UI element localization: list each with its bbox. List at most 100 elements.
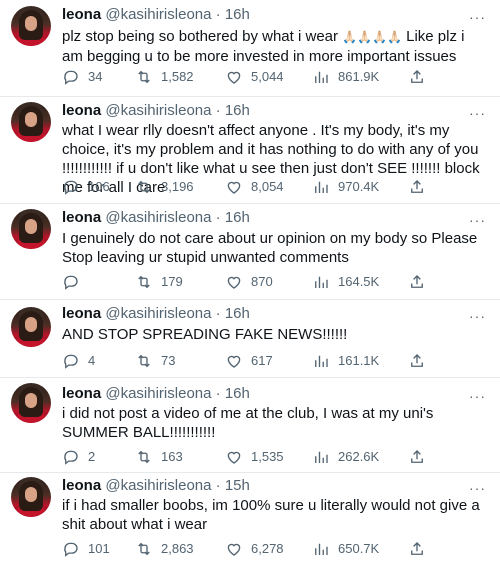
tweet-header: leona @kasihirisleona · 16h xyxy=(62,385,250,403)
handle[interactable]: @kasihirisleona xyxy=(105,209,211,226)
views-icon xyxy=(315,451,328,463)
timestamp[interactable]: 16h xyxy=(225,209,250,226)
separator: · xyxy=(215,305,221,322)
views-button[interactable]: 970.4K xyxy=(312,178,379,196)
reply-button[interactable] xyxy=(62,273,88,291)
handle[interactable]: @kasihirisleona xyxy=(105,385,211,402)
more-icon[interactable]: ··· xyxy=(469,481,486,495)
share-button[interactable] xyxy=(408,540,434,558)
retweet-icon xyxy=(138,275,150,289)
separator: · xyxy=(215,209,221,226)
like-button[interactable]: 870 xyxy=(225,273,273,291)
avatar[interactable] xyxy=(11,102,51,142)
display-name[interactable]: leona xyxy=(62,6,101,23)
like-count: 8,054 xyxy=(251,179,284,194)
more-icon[interactable]: ··· xyxy=(469,10,486,24)
views-count: 650.7K xyxy=(338,541,380,556)
more-icon[interactable]: ··· xyxy=(469,213,486,227)
more-icon[interactable]: ··· xyxy=(469,389,486,403)
tweet-header: leona @kasihirisleona · 16h xyxy=(62,6,250,24)
share-icon xyxy=(411,180,423,193)
share-button[interactable] xyxy=(408,273,434,291)
share-button[interactable] xyxy=(408,352,434,370)
tweet-actions: 179 870 164.5K xyxy=(62,273,487,291)
retweet-button[interactable]: 73 xyxy=(135,352,175,370)
retweet-count: 73 xyxy=(161,353,176,368)
tweet[interactable]: leona @kasihirisleona · 16h ··· AND STOP… xyxy=(0,299,500,377)
reply-button[interactable]: 106 xyxy=(62,178,110,196)
reply-count: 2 xyxy=(88,449,96,464)
display-name[interactable]: leona xyxy=(62,477,101,494)
views-count: 970.4K xyxy=(338,179,380,194)
share-icon xyxy=(411,450,423,463)
reply-count: 34 xyxy=(88,69,103,84)
share-button[interactable] xyxy=(408,68,434,86)
retweet-count: 1,582 xyxy=(161,69,194,84)
handle[interactable]: @kasihirisleona xyxy=(105,6,211,23)
reply-button[interactable]: 2 xyxy=(62,448,95,466)
heart-icon xyxy=(227,543,241,556)
like-count: 5,044 xyxy=(251,69,284,84)
like-button[interactable]: 8,054 xyxy=(225,178,284,196)
avatar[interactable] xyxy=(11,6,51,46)
retweet-count: 2,863 xyxy=(161,541,194,556)
timestamp[interactable]: 16h xyxy=(225,385,250,402)
like-count: 870 xyxy=(251,274,273,289)
retweet-button[interactable]: 1,582 xyxy=(135,68,194,86)
tweet-header: leona @kasihirisleona · 16h xyxy=(62,305,250,323)
reply-count: 4 xyxy=(88,353,96,368)
timestamp[interactable]: 16h xyxy=(225,305,250,322)
tweet-actions: 2 163 1,535 262.6K xyxy=(62,448,487,466)
like-button[interactable]: 617 xyxy=(225,352,273,370)
views-button[interactable]: 164.5K xyxy=(312,273,379,291)
retweet-button[interactable]: 2,863 xyxy=(135,540,194,558)
share-icon xyxy=(411,542,423,555)
reply-button[interactable]: 34 xyxy=(62,68,102,86)
avatar[interactable] xyxy=(11,383,51,423)
tweet[interactable]: leona @kasihirisleona · 16h ··· i did no… xyxy=(0,377,500,472)
display-name[interactable]: leona xyxy=(62,305,101,322)
share-button[interactable] xyxy=(408,178,434,196)
views-button[interactable]: 650.7K xyxy=(312,540,379,558)
retweet-icon xyxy=(138,542,150,556)
avatar[interactable] xyxy=(11,307,51,347)
retweet-count: 163 xyxy=(161,449,183,464)
tweet[interactable]: leona @kasihirisleona · 16h ··· I genuin… xyxy=(0,203,500,299)
tweet[interactable]: leona @kasihirisleona · 16h ··· plz stop… xyxy=(0,0,500,96)
tweet[interactable]: leona @kasihirisleona · 15h ··· if i had… xyxy=(0,472,500,561)
avatar[interactable] xyxy=(11,477,51,517)
timestamp[interactable]: 15h xyxy=(225,477,250,494)
handle[interactable]: @kasihirisleona xyxy=(105,477,211,494)
folded-hands-emoji: 🙏🏻🙏🏻🙏🏻🙏🏻 xyxy=(342,30,402,44)
timestamp[interactable]: 16h xyxy=(225,102,250,119)
retweet-button[interactable]: 179 xyxy=(135,273,183,291)
more-icon[interactable]: ··· xyxy=(469,309,486,323)
avatar[interactable] xyxy=(11,209,51,249)
display-name[interactable]: leona xyxy=(62,385,101,402)
reply-button[interactable]: 101 xyxy=(62,540,110,558)
views-button[interactable]: 161.1K xyxy=(312,352,379,370)
handle[interactable]: @kasihirisleona xyxy=(105,305,211,322)
share-icon xyxy=(411,354,423,367)
reply-icon xyxy=(64,542,78,557)
retweet-icon xyxy=(138,70,150,84)
handle[interactable]: @kasihirisleona xyxy=(105,102,211,119)
display-name[interactable]: leona xyxy=(62,102,101,119)
separator: · xyxy=(215,385,221,402)
share-button[interactable] xyxy=(408,448,434,466)
retweet-button[interactable]: 163 xyxy=(135,448,183,466)
more-icon[interactable]: ··· xyxy=(469,106,486,120)
timestamp[interactable]: 16h xyxy=(225,6,250,23)
views-icon xyxy=(315,355,328,367)
display-name[interactable]: leona xyxy=(62,209,101,226)
views-icon xyxy=(315,276,328,288)
like-button[interactable]: 5,044 xyxy=(225,68,284,86)
retweet-button[interactable]: 3,196 xyxy=(135,178,194,196)
tweet[interactable]: leona @kasihirisleona · 16h ··· what I w… xyxy=(0,96,500,203)
reply-count: 106 xyxy=(88,179,110,194)
views-button[interactable]: 861.9K xyxy=(312,68,379,86)
reply-button[interactable]: 4 xyxy=(62,352,95,370)
views-button[interactable]: 262.6K xyxy=(312,448,379,466)
like-button[interactable]: 6,278 xyxy=(225,540,284,558)
like-button[interactable]: 1,535 xyxy=(225,448,284,466)
